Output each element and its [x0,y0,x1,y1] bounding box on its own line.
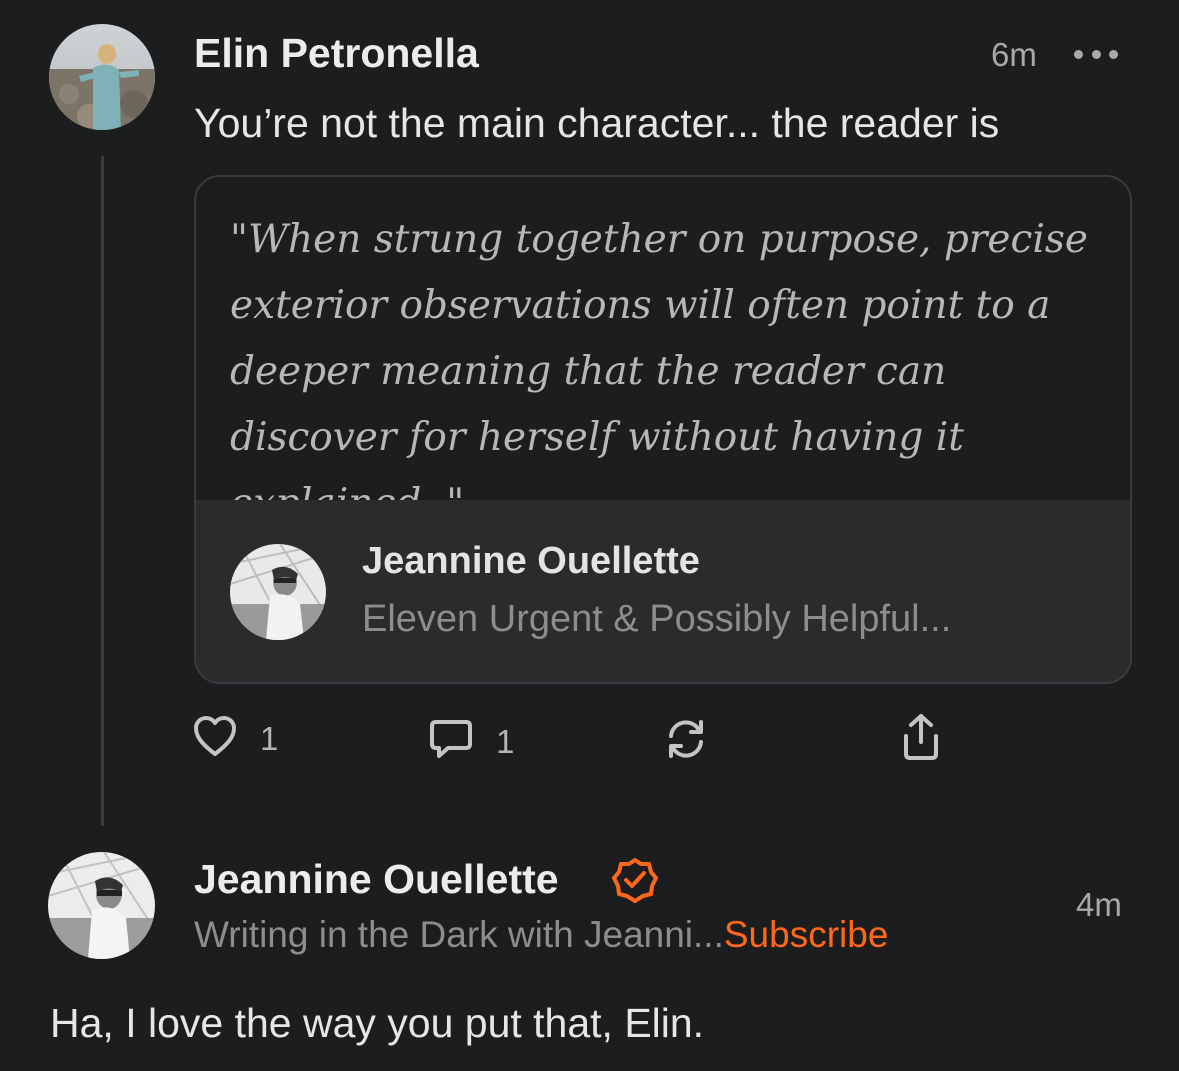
thread-line [101,156,104,826]
reply-author-avatar[interactable] [48,852,155,959]
source-avatar [230,544,326,640]
share-icon [898,712,944,767]
source-title: Eleven Urgent & Possibly Helpful... [362,598,952,640]
comment-count: 1 [496,722,515,760]
author-name[interactable]: Elin Petronella [194,30,479,77]
reply-author-name[interactable]: Jeannine Ouellette [194,856,559,903]
like-count: 1 [260,719,279,757]
like-button[interactable]: 1 [192,714,278,763]
reply-publication-line: Writing in the Dark with Jeanni...Subscr… [194,914,888,956]
reply-time: 4m [1076,886,1122,923]
source-author: Jeannine Ouellette [362,540,700,582]
reply-publication[interactable]: Writing in the Dark with Jeanni... [194,914,724,955]
quote-text: "When strung together on purpose, precis… [230,217,1088,526]
heart-icon [192,714,238,763]
comment-icon [428,716,474,767]
more-icon[interactable] [1074,46,1118,62]
author-avatar[interactable] [49,24,155,130]
restack-icon [663,716,709,767]
verified-badge-icon [611,856,659,909]
reply-text: Ha, I love the way you put that, Elin. [50,1000,705,1046]
post-time: 6m [991,36,1037,73]
comment-button[interactable]: 1 [428,716,514,767]
quote-source[interactable]: Jeannine Ouellette Eleven Urgent & Possi… [196,500,1130,682]
post-text: You’re not the main character... the rea… [194,100,1000,146]
restack-button[interactable] [663,716,709,767]
quote-card[interactable]: "When strung together on purpose, precis… [194,175,1132,684]
share-button[interactable] [898,712,944,767]
subscribe-button[interactable]: Subscribe [724,914,889,955]
